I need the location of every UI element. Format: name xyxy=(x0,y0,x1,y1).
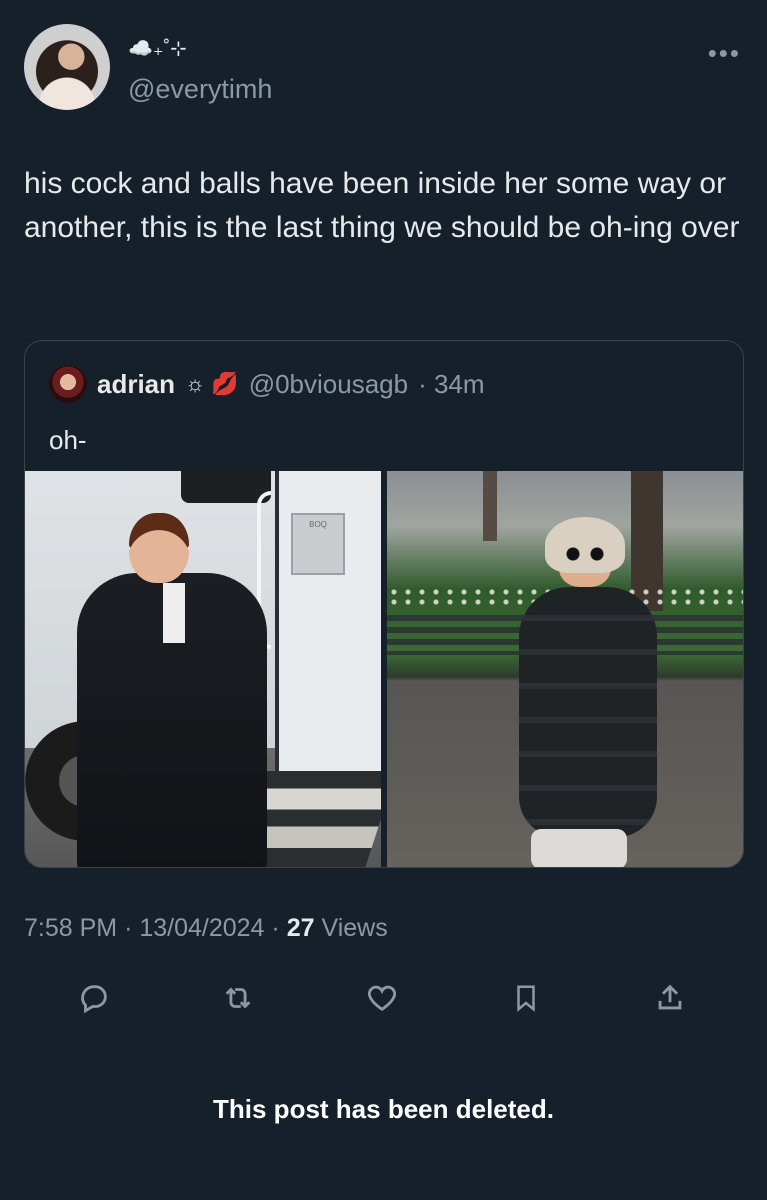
bookmark-icon[interactable] xyxy=(506,978,546,1018)
action-bar xyxy=(74,978,694,1022)
quoted-avatar[interactable] xyxy=(49,365,87,403)
author-avatar[interactable] xyxy=(24,24,110,110)
tweet-time[interactable]: 7:58 PM xyxy=(24,914,117,942)
quoted-time: · 34m xyxy=(418,368,485,399)
reply-icon[interactable] xyxy=(74,978,114,1018)
quoted-handle[interactable]: @0bviousagb xyxy=(249,369,408,400)
man-head xyxy=(129,513,189,583)
tweet-text: his cock and balls have been inside her … xyxy=(24,167,740,244)
share-icon[interactable] xyxy=(650,978,690,1018)
woman-hat xyxy=(545,517,625,573)
views-count: 27 xyxy=(286,914,315,942)
photo-man-trailer[interactable]: BOQ xyxy=(25,471,381,867)
author-display-name[interactable]: ☁️₊˚⊹ xyxy=(128,36,187,61)
meta-separator: · xyxy=(271,914,287,942)
photo-woman-park[interactable] xyxy=(387,471,743,867)
tweet-header: ☁️₊˚⊹ @everytimh ••• xyxy=(24,24,743,114)
deleted-notice: This post has been deleted. xyxy=(213,1094,554,1124)
quoted-media: BOQ xyxy=(25,471,743,867)
author-handle[interactable]: @everytimh xyxy=(128,74,272,105)
tweet-meta: 7:58 PM · 13/04/2024 · 27 Views xyxy=(24,914,388,943)
quoted-name[interactable]: adrian xyxy=(97,369,175,400)
meta-separator: · xyxy=(124,914,140,942)
like-icon[interactable] xyxy=(362,978,402,1018)
quoted-text: oh- xyxy=(49,425,87,455)
quoted-tweet[interactable]: adrian ☼ 💋 @0bviousagb · 34m oh- BOQ xyxy=(24,340,744,868)
door-plate: BOQ xyxy=(291,513,345,575)
retweet-icon[interactable] xyxy=(218,978,258,1018)
man-shirt xyxy=(163,583,185,643)
woman-jacket xyxy=(519,587,657,837)
tree-trunk-small xyxy=(483,471,497,541)
more-icon[interactable]: ••• xyxy=(708,38,741,69)
tweet-date[interactable]: 13/04/2024 xyxy=(139,914,264,942)
quoted-header: adrian ☼ 💋 @0bviousagb · 34m xyxy=(49,365,485,403)
sunglasses xyxy=(561,547,609,561)
woman-pants xyxy=(531,829,627,867)
views-label: Views xyxy=(321,914,388,942)
quoted-badges: ☼ 💋 xyxy=(185,371,239,396)
